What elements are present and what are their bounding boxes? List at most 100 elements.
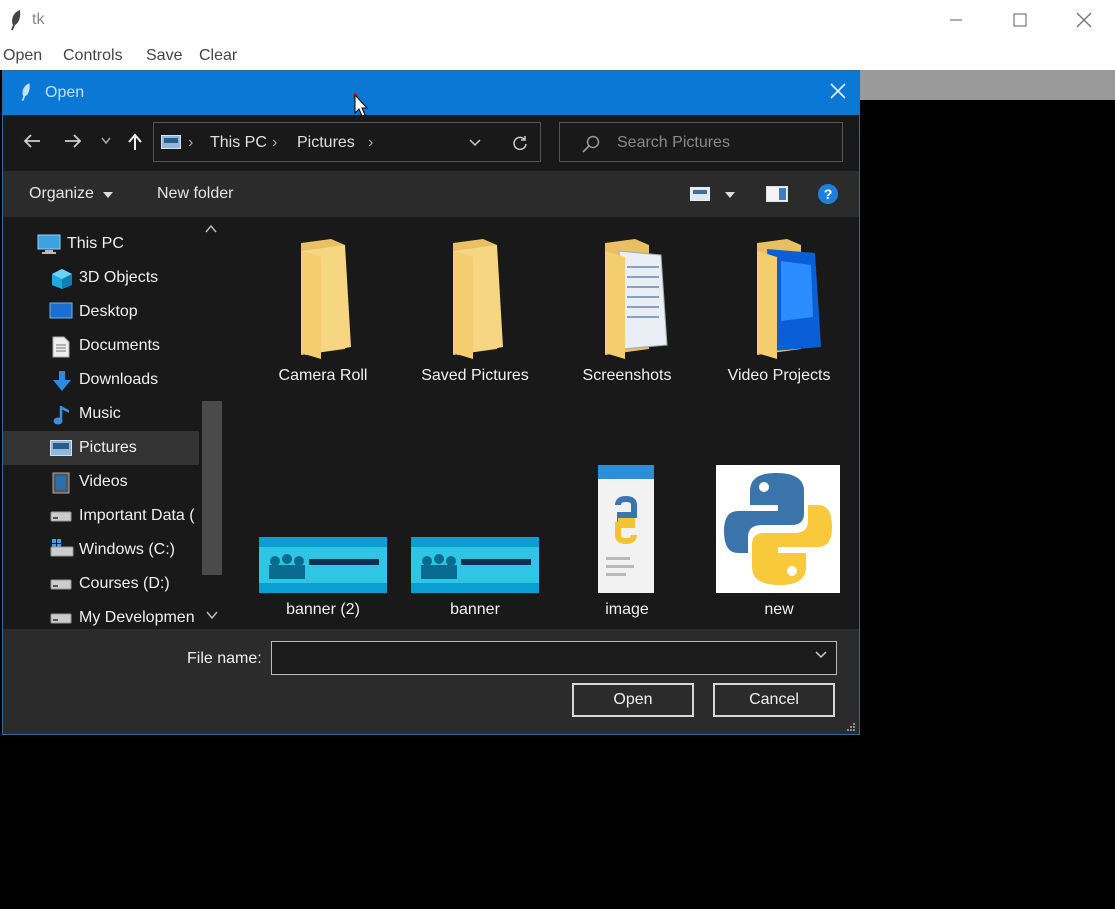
- scroll-up-icon[interactable]: [205, 225, 217, 233]
- file-name: Screenshots: [582, 367, 672, 384]
- breadcrumb-sep: ›: [368, 134, 374, 151]
- file-name-input[interactable]: [271, 641, 837, 675]
- dialog-footer: File name: Open Cancel: [3, 629, 859, 734]
- download-icon: [53, 371, 71, 391]
- mouse-cursor-icon: [353, 93, 369, 117]
- banner-thumbnail: [411, 537, 539, 593]
- refresh-icon[interactable]: [512, 135, 528, 151]
- search-box[interactable]: Search Pictures: [559, 122, 843, 162]
- cube-icon: [52, 269, 72, 289]
- feather-icon: [11, 10, 21, 30]
- pictures-icon: [50, 440, 72, 456]
- chevron-down-icon[interactable]: [469, 139, 481, 147]
- drive-icon: [50, 579, 72, 590]
- folder-icon: [453, 239, 503, 359]
- file-name: Camera Roll: [278, 367, 368, 384]
- recent-chevron-icon[interactable]: [101, 137, 111, 145]
- preview-pane-icon[interactable]: [766, 186, 788, 202]
- nav-item-downloads[interactable]: Downloads: [3, 363, 199, 397]
- file-item-new[interactable]: new: [704, 465, 854, 625]
- view-dropdown-icon[interactable]: [725, 192, 735, 198]
- nav-label: Documents: [79, 337, 160, 354]
- open-dialog: Open › This PC › Pictures › Search Pictu…: [2, 70, 860, 735]
- new-folder-button[interactable]: New folder: [157, 185, 233, 203]
- nav-item-this-pc[interactable]: This PC: [3, 227, 199, 261]
- file-item-image[interactable]: image: [552, 465, 702, 625]
- nav-scrollbar-thumb[interactable]: [202, 401, 222, 575]
- nav-label: Courses (D:): [79, 575, 170, 592]
- music-icon: [53, 406, 69, 425]
- nav-label: Music: [79, 405, 121, 422]
- file-name: Video Projects: [727, 367, 831, 384]
- nav-item-desktop[interactable]: Desktop: [3, 295, 199, 329]
- drive-icon: [50, 613, 72, 624]
- nav-item-videos[interactable]: Videos: [3, 465, 199, 499]
- maximize-button[interactable]: [988, 0, 1052, 40]
- nav-item-documents[interactable]: Documents: [3, 329, 199, 363]
- dialog-close-icon[interactable]: [829, 82, 847, 100]
- chevron-down-icon[interactable]: [815, 651, 827, 659]
- breadcrumb-sep: ›: [188, 134, 194, 151]
- view-icon[interactable]: [690, 187, 710, 201]
- up-icon[interactable]: [127, 133, 143, 151]
- banner-thumbnail: [259, 537, 387, 593]
- computer-icon: [37, 234, 61, 254]
- file-item-saved-pictures[interactable]: Saved Pictures: [400, 237, 550, 397]
- nav-item-music[interactable]: Music: [3, 397, 199, 431]
- help-icon[interactable]: ?: [817, 183, 839, 205]
- back-icon[interactable]: [23, 133, 41, 149]
- folder-video-icon: [757, 239, 821, 359]
- menu-open[interactable]: Open: [3, 47, 42, 65]
- nav-item-important-data[interactable]: Important Data (: [3, 499, 199, 533]
- file-list: Camera Roll Saved Pictures Screenshots V…: [225, 217, 859, 629]
- breadcrumb-this-pc[interactable]: This PC: [210, 134, 267, 152]
- file-item-video-projects[interactable]: Video Projects: [704, 237, 854, 397]
- nav-item-3d-objects[interactable]: 3D Objects: [3, 261, 199, 295]
- nav-item-courses-d[interactable]: Courses (D:): [3, 567, 199, 601]
- nav-label: This PC: [67, 235, 124, 252]
- file-name-label: File name:: [187, 650, 262, 667]
- nav-label: Pictures: [79, 439, 137, 456]
- breadcrumb-pictures[interactable]: Pictures: [297, 134, 355, 152]
- close-button[interactable]: [1052, 0, 1115, 40]
- nav-item-my-development[interactable]: My Developmen: [3, 601, 199, 629]
- app-titlebar: tk: [0, 0, 1115, 42]
- nav-item-pictures[interactable]: Pictures: [3, 431, 199, 465]
- cancel-button[interactable]: Cancel: [713, 683, 835, 717]
- menu-clear[interactable]: Clear: [199, 47, 237, 65]
- svg-text:?: ?: [824, 186, 833, 202]
- menu-save[interactable]: Save: [146, 47, 182, 65]
- nav-label: Desktop: [79, 303, 138, 320]
- open-button[interactable]: Open: [572, 683, 694, 717]
- organize-button[interactable]: Organize: [29, 185, 94, 203]
- app-title: tk: [32, 11, 45, 28]
- file-item-banner[interactable]: banner: [400, 465, 550, 625]
- dialog-titlebar[interactable]: Open: [3, 71, 859, 115]
- forward-icon[interactable]: [64, 133, 82, 149]
- menubar: Open Controls Save Clear: [0, 42, 1115, 70]
- scroll-down-icon[interactable]: [206, 611, 218, 619]
- nav-item-windows-c[interactable]: Windows (C:): [3, 533, 199, 567]
- minimize-icon: [950, 19, 962, 21]
- file-item-banner-2[interactable]: banner (2): [248, 465, 398, 625]
- video-icon: [52, 472, 70, 494]
- search-icon: [582, 135, 600, 153]
- resize-grip-icon[interactable]: [846, 722, 856, 732]
- document-icon: [52, 336, 70, 358]
- file-item-camera-roll[interactable]: Camera Roll: [248, 237, 398, 397]
- desktop-icon: [49, 302, 73, 319]
- close-icon: [1076, 12, 1092, 28]
- folder-icon: [301, 239, 351, 359]
- nav-label: Important Data (: [79, 507, 195, 524]
- minimize-button[interactable]: [924, 0, 988, 40]
- command-bar: Organize New folder ?: [3, 171, 859, 217]
- dialog-title: Open: [45, 84, 85, 101]
- search-placeholder: Search Pictures: [617, 134, 730, 151]
- address-bar[interactable]: › This PC › Pictures ›: [153, 122, 541, 162]
- canvas-strip: [860, 70, 1115, 100]
- file-name: image: [605, 601, 649, 618]
- maximize-icon: [1013, 13, 1027, 27]
- file-item-screenshots[interactable]: Screenshots: [552, 237, 702, 397]
- address-row: › This PC › Pictures › Search Pictures: [3, 115, 859, 171]
- menu-controls[interactable]: Controls: [63, 47, 123, 65]
